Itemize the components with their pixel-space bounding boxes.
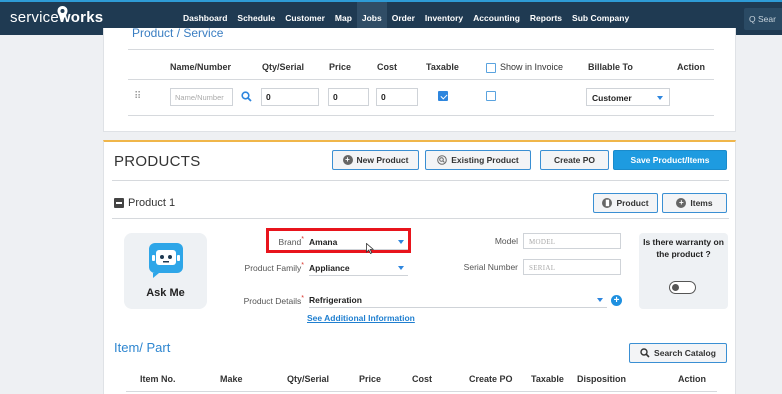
products-title: PRODUCTS bbox=[114, 153, 201, 170]
new-product-button[interactable]: + New Product bbox=[332, 150, 419, 170]
plus-icon: + bbox=[342, 155, 353, 165]
chevron-down-icon bbox=[597, 298, 603, 302]
add-product-details-icon[interactable]: + bbox=[611, 295, 622, 306]
col-header-make: Make bbox=[220, 374, 243, 384]
model-input[interactable]: MODEL bbox=[523, 233, 621, 249]
col-header-taxable: Taxable bbox=[531, 374, 564, 384]
divider bbox=[128, 49, 714, 50]
col-header-cost: Cost bbox=[377, 62, 397, 72]
ask-me-label: Ask Me bbox=[146, 287, 185, 299]
mouse-cursor-icon bbox=[366, 243, 374, 254]
product-details-select[interactable]: Refrigeration bbox=[309, 292, 607, 308]
product-details-label: Product Details* bbox=[243, 294, 304, 306]
show-in-invoice-all-checkbox[interactable] bbox=[486, 63, 496, 73]
divider bbox=[126, 391, 717, 392]
robot-assistant-icon bbox=[149, 243, 183, 278]
cost-input[interactable]: 0 bbox=[376, 88, 418, 106]
product-1-header[interactable]: Product 1 bbox=[114, 197, 175, 209]
col-header-price: Price bbox=[359, 374, 382, 384]
existing-product-button[interactable]: Existing Product bbox=[425, 150, 531, 170]
col-header-create-po: Create PO bbox=[469, 374, 513, 384]
product-service-panel: Product / Service Name/Number Qty/Serial… bbox=[103, 26, 736, 132]
search-icon bbox=[640, 348, 650, 358]
plus-icon: + bbox=[676, 198, 687, 208]
col-header-qty-serial: Qty/Serial bbox=[287, 374, 330, 384]
col-header-action: Action bbox=[677, 62, 705, 72]
divider bbox=[112, 218, 729, 219]
col-header-billable: Billable To bbox=[588, 62, 633, 72]
see-additional-info-link[interactable]: See Additional Information bbox=[307, 313, 415, 323]
drag-handle-icon[interactable]: ⠿ bbox=[134, 91, 141, 102]
billable-to-select[interactable]: Customer bbox=[586, 88, 670, 106]
product-family-select[interactable]: Appliance bbox=[309, 260, 408, 276]
warranty-card: Is there warranty on the product ? bbox=[639, 233, 728, 309]
chevron-down-icon bbox=[657, 96, 663, 100]
show-in-invoice-checkbox[interactable] bbox=[486, 91, 496, 101]
product-icon: ▮ bbox=[602, 198, 613, 208]
col-header-disposition: Disposition bbox=[577, 374, 626, 384]
divider bbox=[112, 180, 729, 181]
col-header-price: Price bbox=[329, 62, 352, 72]
location-pin-icon bbox=[57, 6, 68, 20]
col-header-taxable: Taxable bbox=[426, 62, 459, 72]
create-po-button[interactable]: Create PO bbox=[540, 150, 609, 170]
warranty-question: Is there warranty on the product ? bbox=[643, 237, 724, 259]
col-header-show-invoice: Show in Invoice bbox=[500, 62, 564, 72]
col-header-item-no: Item No. bbox=[140, 374, 176, 384]
price-input[interactable]: 0 bbox=[328, 88, 369, 106]
col-header-qty: Qty/Serial bbox=[262, 62, 305, 72]
products-panel: PRODUCTS + New Product Existing Product … bbox=[103, 140, 736, 394]
product-family-label: Product Family* bbox=[244, 261, 304, 273]
save-product-items-button[interactable]: Save Product/Items bbox=[613, 150, 727, 170]
col-header-name: Name/Number bbox=[170, 62, 232, 72]
brand-highlight-box bbox=[266, 228, 411, 253]
collapse-icon[interactable] bbox=[114, 198, 124, 208]
col-header-cost: Cost bbox=[412, 374, 432, 384]
warranty-toggle[interactable] bbox=[669, 281, 696, 294]
product-button[interactable]: ▮ Product bbox=[593, 193, 658, 213]
item-part-title: Item/ Part bbox=[114, 340, 171, 355]
qty-input[interactable]: 0 bbox=[261, 88, 319, 106]
section-title: Product / Service bbox=[132, 26, 224, 40]
name-number-input[interactable]: Name/Number bbox=[170, 88, 233, 106]
divider bbox=[128, 115, 714, 116]
col-header-action: Action bbox=[678, 374, 706, 384]
global-search-input[interactable]: Q Sear bbox=[744, 8, 782, 30]
serial-number-label: Serial Number bbox=[463, 262, 518, 272]
search-icon bbox=[437, 155, 448, 165]
search-catalog-button[interactable]: Search Catalog bbox=[629, 343, 727, 363]
ask-me-card[interactable]: Ask Me bbox=[124, 233, 207, 309]
model-label: Model bbox=[494, 236, 518, 246]
items-button[interactable]: + Items bbox=[662, 193, 727, 213]
taxable-checkbox[interactable] bbox=[438, 91, 448, 101]
serial-number-input[interactable]: SERIAL bbox=[523, 259, 621, 275]
search-icon[interactable] bbox=[241, 91, 252, 102]
divider bbox=[128, 79, 714, 80]
chevron-down-icon bbox=[398, 266, 404, 270]
